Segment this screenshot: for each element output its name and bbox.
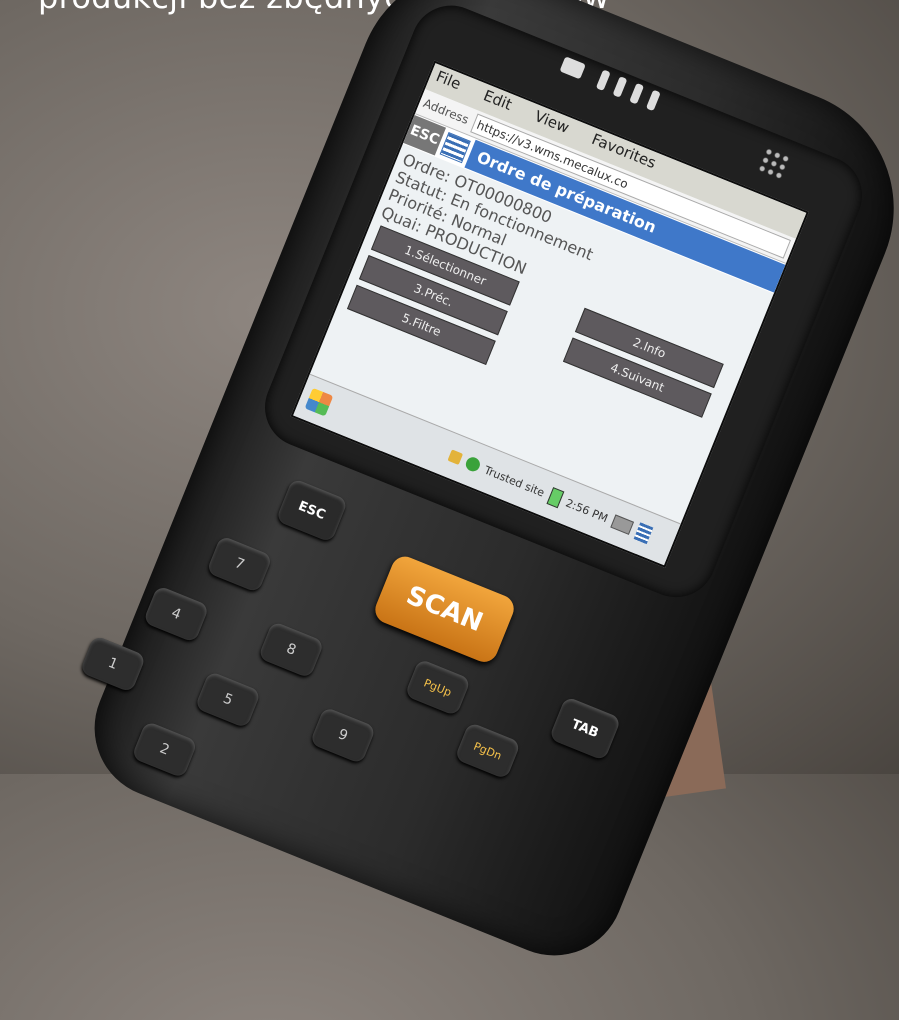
menu-icon[interactable] [633, 522, 654, 545]
trusted-site-label: Trusted site [482, 463, 547, 500]
keyboard-icon[interactable] [610, 514, 635, 535]
check-icon [463, 455, 483, 474]
windows-start-icon[interactable] [304, 387, 334, 417]
lock-icon [447, 449, 464, 466]
led-icon [612, 76, 628, 98]
battery-icon [546, 486, 565, 509]
list-icon[interactable] [439, 132, 471, 164]
clock: 2:56 PM [563, 496, 610, 525]
led-icon [595, 69, 611, 91]
handheld-scanner: File Edit View Favorites Address https:/… [0, 0, 899, 1020]
led-icon [629, 82, 645, 105]
